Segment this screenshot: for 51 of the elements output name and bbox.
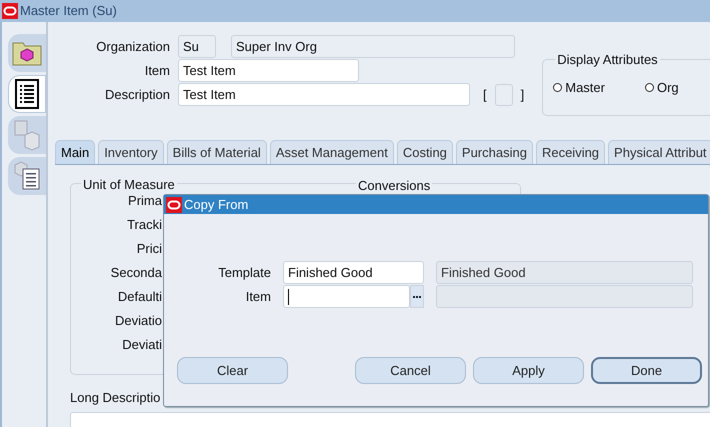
- item-field[interactable]: Test Item: [178, 59, 359, 82]
- dialog-button[interactable]: Clear: [177, 357, 288, 384]
- field-label: Seconda: [110, 265, 162, 281]
- field-label: Item: [144, 62, 170, 80]
- radio-option[interactable]: Org: [644, 78, 679, 98]
- folder-icon: [12, 40, 42, 66]
- dialog-button[interactable]: Apply: [473, 357, 584, 384]
- tab[interactable]: Asset Management: [270, 140, 394, 164]
- organization-code-field[interactable]: Su: [178, 35, 216, 58]
- building-box-icon: [13, 119, 41, 151]
- field-label: Deviati: [122, 337, 162, 353]
- text-cursor: [288, 288, 289, 304]
- list-icon: [15, 79, 39, 109]
- field-label: Description: [104, 86, 170, 104]
- app-logo-icon: [2, 3, 18, 19]
- bracket: [: [483, 86, 487, 104]
- dialog-button[interactable]: Done: [591, 357, 702, 384]
- tab[interactable]: Main: [55, 140, 96, 164]
- tab[interactable]: Purchasing: [456, 140, 533, 164]
- tab[interactable]: Receiving: [536, 140, 606, 164]
- box-list-icon: [13, 161, 41, 191]
- field-label: Long Descriptio: [70, 389, 162, 407]
- tab[interactable]: Bills of Material: [166, 140, 267, 164]
- dialog-title: Copy From: [184, 196, 248, 214]
- field-label: Template: [217, 264, 271, 282]
- field-label: Deviatio: [115, 313, 162, 329]
- organization-name-field[interactable]: Super Inv Org: [231, 35, 515, 58]
- field-label: Tracki: [127, 217, 162, 233]
- description-field: Finished Good: [436, 261, 693, 284]
- dialog-button[interactable]: Cancel: [355, 357, 466, 384]
- side-tab[interactable]: [8, 157, 46, 195]
- dialog-logo-icon: [166, 196, 182, 212]
- bracket: ]: [520, 86, 524, 104]
- field-label: Prima: [128, 193, 162, 209]
- flexfield-button[interactable]: [494, 84, 513, 106]
- description-field[interactable]: Test Item: [178, 83, 470, 106]
- tab[interactable]: Physical Attribut: [608, 140, 710, 164]
- input-field[interactable]: Finished Good: [283, 261, 424, 284]
- field-label: Defaulti: [118, 289, 162, 305]
- list-of-values-button[interactable]: [410, 285, 424, 308]
- input-field[interactable]: [283, 285, 410, 308]
- tab[interactable]: Inventory: [98, 140, 164, 164]
- radio-option[interactable]: Master: [553, 78, 605, 98]
- window-title: Master Item (Su): [20, 2, 117, 20]
- field-label: Prici: [136, 241, 162, 257]
- side-tab[interactable]: [8, 34, 46, 72]
- field-label: Organization: [95, 38, 170, 56]
- field-label: Item: [244, 288, 271, 306]
- group-title: Conversions: [356, 180, 432, 192]
- tab[interactable]: Costing: [396, 140, 453, 164]
- side-tab[interactable]: [8, 75, 46, 113]
